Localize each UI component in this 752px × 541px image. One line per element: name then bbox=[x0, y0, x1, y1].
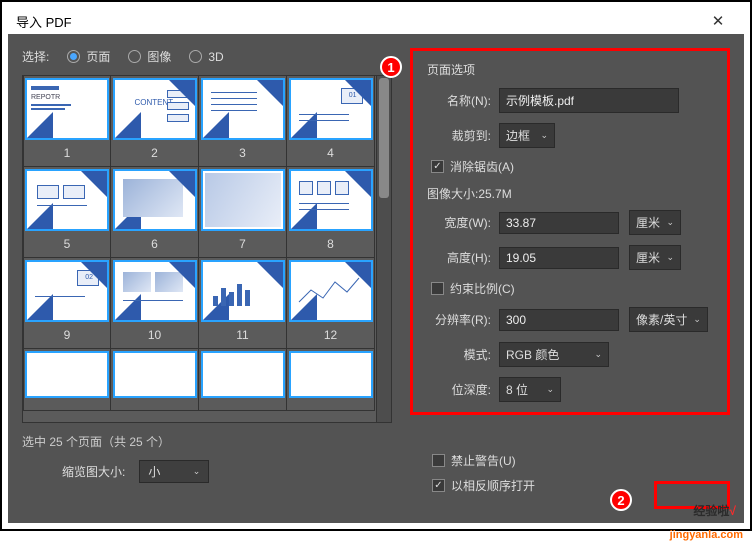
page-number: 5 bbox=[64, 233, 71, 257]
radio-3d[interactable]: 3D bbox=[189, 50, 223, 64]
page-number: 8 bbox=[327, 233, 334, 257]
thumbnail-cell[interactable]: 7 bbox=[199, 167, 287, 258]
radio-3d-label: 3D bbox=[208, 50, 223, 64]
thumbnail-cell[interactable] bbox=[287, 349, 375, 411]
resolution-field[interactable]: 300 bbox=[499, 309, 619, 331]
thumbnail-cell[interactable]: CONTENT2 bbox=[111, 76, 199, 167]
resolution-label: 分辨率(R): bbox=[427, 311, 491, 328]
thumbnail-cell[interactable]: 8 bbox=[287, 167, 375, 258]
width-unit-select[interactable]: 厘米⌄ bbox=[629, 210, 681, 235]
thumbnail-cell[interactable]: 12 bbox=[287, 258, 375, 349]
page-number: 2 bbox=[151, 142, 158, 166]
width-field[interactable]: 33.87 bbox=[499, 212, 619, 234]
thumb-size-label: 缩览图大小: bbox=[62, 463, 125, 480]
reverse-order-checkbox[interactable]: ✓ 以相反顺序打开 bbox=[432, 477, 535, 494]
depth-label: 位深度: bbox=[427, 381, 491, 398]
annotation-badge-1: 1 bbox=[380, 56, 402, 78]
name-label: 名称(N): bbox=[427, 92, 491, 109]
mode-select[interactable]: RGB 颜色⌄ bbox=[499, 342, 609, 367]
page-options-title: 页面选项 bbox=[427, 61, 717, 78]
close-icon[interactable]: ✕ bbox=[700, 8, 736, 34]
thumbnail-cell[interactable] bbox=[23, 349, 111, 411]
thumb-size-select[interactable]: 小 ⌄ bbox=[139, 460, 209, 483]
window-title: 导入 PDF bbox=[16, 12, 72, 31]
checkbox-unchecked-icon bbox=[432, 454, 445, 467]
page-number: 4 bbox=[327, 142, 334, 166]
constrain-checkbox[interactable]: 约束比例(C) bbox=[431, 280, 717, 297]
thumbnail-cell[interactable]: REPOTR1 bbox=[23, 76, 111, 167]
radio-page[interactable]: 页面 bbox=[67, 48, 110, 65]
selection-info: 选中 25 个页面（共 25 个） bbox=[22, 433, 402, 450]
page-number: 1 bbox=[64, 142, 71, 166]
thumbnail-cell[interactable]: 5 bbox=[23, 167, 111, 258]
crop-label: 裁剪到: bbox=[427, 127, 491, 144]
radio-image[interactable]: 图像 bbox=[128, 48, 171, 65]
thumb-size-value: 小 bbox=[148, 463, 160, 480]
radio-page-label: 页面 bbox=[86, 48, 110, 65]
chevron-down-icon: ⌄ bbox=[666, 217, 674, 228]
watermark-text: 经验啦√ bbox=[693, 502, 736, 519]
depth-select[interactable]: 8 位⌄ bbox=[499, 377, 561, 402]
image-size-title: 图像大小:25.7M bbox=[427, 185, 717, 202]
thumbnail-cell[interactable]: 10 bbox=[111, 258, 199, 349]
chevron-down-icon: ⌄ bbox=[594, 349, 602, 360]
thumbnail-cell[interactable]: 3 bbox=[199, 76, 287, 167]
crop-select[interactable]: 边框⌄ bbox=[499, 123, 555, 148]
thumbnail-grid: REPOTR1CONTENT230145678029101112 bbox=[22, 75, 392, 423]
thumbnail-cell[interactable] bbox=[111, 349, 199, 411]
radio-image-label: 图像 bbox=[147, 48, 171, 65]
chevron-down-icon: ⌄ bbox=[666, 252, 674, 263]
chevron-down-icon: ⌄ bbox=[540, 130, 548, 141]
antialias-checkbox[interactable]: ✓ 消除锯齿(A) bbox=[431, 158, 717, 175]
chevron-down-icon: ⌄ bbox=[193, 466, 201, 477]
page-number: 12 bbox=[324, 324, 337, 348]
chevron-down-icon: ⌄ bbox=[693, 314, 701, 325]
page-number: 3 bbox=[239, 142, 246, 166]
thumbnail-cell[interactable] bbox=[199, 349, 287, 411]
thumbnail-cell[interactable]: 11 bbox=[199, 258, 287, 349]
height-field[interactable]: 19.05 bbox=[499, 247, 619, 269]
thumbnail-cell[interactable]: 014 bbox=[287, 76, 375, 167]
resolution-unit-select[interactable]: 像素/英寸⌄ bbox=[629, 307, 708, 332]
page-number: 9 bbox=[64, 324, 71, 348]
select-label: 选择: bbox=[22, 48, 49, 65]
name-field[interactable]: 示例模板.pdf bbox=[499, 88, 679, 113]
mode-label: 模式: bbox=[427, 346, 491, 363]
thumbnail-cell[interactable]: 6 bbox=[111, 167, 199, 258]
thumbnail-cell[interactable]: 029 bbox=[23, 258, 111, 349]
checkbox-unchecked-icon bbox=[431, 282, 444, 295]
scrollbar[interactable] bbox=[376, 76, 391, 422]
chevron-down-icon: ⌄ bbox=[546, 384, 554, 395]
page-number: 11 bbox=[236, 324, 248, 348]
height-label: 高度(H): bbox=[427, 249, 491, 266]
checkbox-checked-icon: ✓ bbox=[431, 160, 444, 173]
suppress-warnings-checkbox[interactable]: 禁止警告(U) bbox=[432, 452, 535, 469]
page-number: 10 bbox=[148, 324, 161, 348]
page-options-panel: 页面选项 名称(N): 示例模板.pdf 裁剪到: 边框⌄ ✓ 消除锯齿(A) … bbox=[410, 48, 730, 415]
checkbox-checked-icon: ✓ bbox=[432, 479, 445, 492]
page-number: 6 bbox=[151, 233, 158, 257]
page-number: 7 bbox=[239, 233, 246, 257]
height-unit-select[interactable]: 厘米⌄ bbox=[629, 245, 681, 270]
width-label: 宽度(W): bbox=[427, 214, 491, 231]
annotation-badge-2: 2 bbox=[610, 489, 632, 511]
